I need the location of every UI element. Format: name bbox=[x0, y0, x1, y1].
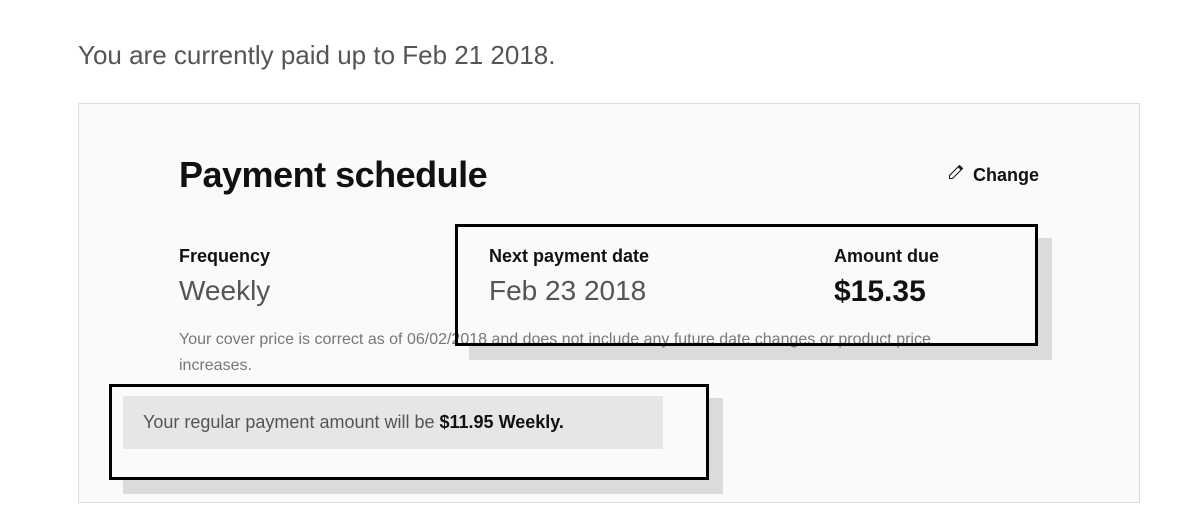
amount-due-label: Amount due bbox=[834, 246, 1039, 267]
schedule-columns: Frequency Weekly Next payment date Feb 2… bbox=[179, 246, 1039, 309]
amount-due-column: Amount due $15.35 bbox=[834, 246, 1039, 309]
pencil-icon bbox=[947, 165, 963, 186]
cover-price-note: Your cover price is correct as of 06/02/… bbox=[179, 327, 999, 378]
next-payment-value: Feb 23 2018 bbox=[489, 275, 834, 307]
panel-title: Payment schedule bbox=[179, 154, 487, 196]
regular-payment-prefix: Your regular payment amount will be bbox=[143, 412, 440, 432]
panel-header: Payment schedule Change bbox=[179, 154, 1039, 196]
amount-due-value: $15.35 bbox=[834, 275, 1039, 309]
frequency-value: Weekly bbox=[179, 275, 489, 307]
change-button-label: Change bbox=[973, 165, 1039, 186]
next-payment-column: Next payment date Feb 23 2018 bbox=[489, 246, 834, 309]
change-button[interactable]: Change bbox=[947, 165, 1039, 186]
frequency-label: Frequency bbox=[179, 246, 489, 267]
payment-schedule-panel: Payment schedule Change Frequency Weekly… bbox=[78, 103, 1140, 503]
next-payment-label: Next payment date bbox=[489, 246, 834, 267]
regular-payment-amount: $11.95 Weekly. bbox=[440, 412, 564, 432]
paid-up-status: You are currently paid up to Feb 21 2018… bbox=[78, 40, 1140, 71]
frequency-column: Frequency Weekly bbox=[179, 246, 489, 309]
regular-payment-info: Your regular payment amount will be $11.… bbox=[123, 396, 663, 449]
